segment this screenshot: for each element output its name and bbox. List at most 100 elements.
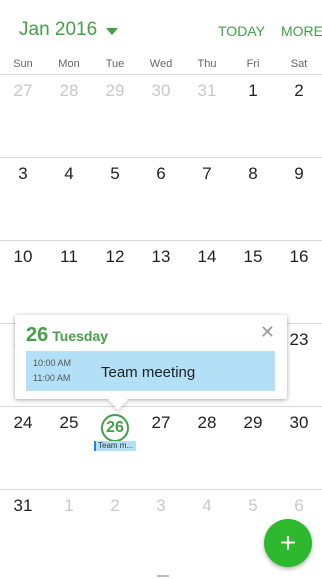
weekday-label: Wed: [149, 58, 173, 70]
popup-date: 26 Tuesday: [26, 324, 108, 347]
day-cell[interactable]: 24: [0, 407, 46, 489]
week-row: 10 11 12 13 14 15 16: [0, 241, 322, 324]
day-number: 6: [156, 164, 166, 183]
day-number: 31: [197, 81, 217, 100]
day-number: 11: [60, 247, 78, 266]
week-row: 27 28 29 30 31 1 2: [0, 75, 322, 158]
day-cell[interactable]: 25: [46, 407, 92, 489]
event-start-time: 10:00 AM: [33, 358, 72, 368]
weekday-label: Sat: [290, 58, 308, 70]
day-cell[interactable]: 29: [230, 407, 276, 489]
weekday-label: Mon: [58, 58, 80, 70]
day-cell[interactable]: 31: [0, 490, 46, 572]
selected-day-number: 26: [101, 414, 129, 442]
day-popup: 26 Tuesday ✕ 10:00 AM 11:00 AM Team meeti…: [15, 315, 287, 410]
day-cell[interactable]: 16: [276, 241, 322, 323]
day-number: 6: [294, 496, 304, 515]
day-number: 16: [289, 247, 309, 266]
month-label: Jan 2016: [19, 19, 98, 40]
day-cell[interactable]: 12: [92, 241, 138, 323]
day-number: 15: [243, 247, 263, 266]
day-cell[interactable]: 6: [138, 158, 184, 240]
selected-day-wrap: 26: [92, 412, 138, 442]
day-cell[interactable]: 27: [138, 407, 184, 489]
day-number: 12: [105, 247, 125, 266]
close-icon[interactable]: ✕: [260, 322, 275, 343]
day-cell[interactable]: 14: [184, 241, 230, 323]
weekday-header: Sun Mon Tue Wed Thu Fri Sat: [0, 58, 322, 75]
day-number: 1: [64, 496, 74, 515]
weekday-label: Sun: [13, 58, 33, 70]
day-number: 29: [105, 81, 125, 100]
day-number: 7: [202, 164, 212, 183]
event-title: Team meeting: [101, 364, 196, 381]
day-number: 30: [289, 413, 309, 432]
day-number: 31: [13, 496, 33, 515]
dropdown-arrow-icon: [106, 27, 119, 35]
day-cell[interactable]: 28: [46, 75, 92, 157]
day-cell[interactable]: 3: [0, 158, 46, 240]
day-number: 4: [64, 164, 74, 183]
day-cell[interactable]: 8: [230, 158, 276, 240]
day-number: 5: [110, 164, 120, 183]
popup-day-number: 26: [26, 324, 49, 346]
week-row: 3 4 5 6 7 8 9: [0, 158, 322, 241]
day-cell[interactable]: 3: [138, 490, 184, 572]
day-number: 28: [59, 81, 79, 100]
day-cell[interactable]: 4: [184, 490, 230, 572]
popup-weekday: Tuesday: [52, 328, 109, 344]
plus-icon: +: [279, 527, 297, 558]
day-cell[interactable]: 4: [46, 158, 92, 240]
weekday-label: Fri: [246, 58, 260, 70]
drag-handle[interactable]: [157, 575, 169, 577]
event-end-time: 11:00 AM: [33, 373, 71, 383]
day-cell[interactable]: 1: [230, 75, 276, 157]
day-number: 4: [202, 496, 212, 515]
day-cell[interactable]: 9: [276, 158, 322, 240]
today-button[interactable]: TODAY: [218, 23, 265, 39]
event-item[interactable]: 10:00 AM 11:00 AM Team meeting: [26, 351, 275, 391]
day-cell[interactable]: 31: [184, 75, 230, 157]
day-cell[interactable]: 27: [0, 75, 46, 157]
day-cell[interactable]: 29: [92, 75, 138, 157]
day-cell[interactable]: 5: [92, 158, 138, 240]
day-cell[interactable]: 11: [46, 241, 92, 323]
more-button[interactable]: MORE: [281, 23, 322, 39]
day-number: 24: [13, 413, 33, 432]
day-number: 9: [294, 164, 304, 183]
day-cell[interactable]: 2: [276, 75, 322, 157]
day-number: 5: [248, 496, 258, 515]
day-cell[interactable]: 2: [92, 490, 138, 572]
day-cell[interactable]: 28: [184, 407, 230, 489]
month-selector[interactable]: Jan 2016: [19, 19, 119, 41]
day-cell[interactable]: 30: [138, 75, 184, 157]
day-cell[interactable]: 13: [138, 241, 184, 323]
day-number: 30: [151, 81, 171, 100]
day-cell[interactable]: 10: [0, 241, 46, 323]
day-number: 2: [110, 496, 120, 515]
day-number: 10: [13, 247, 33, 266]
day-number: 2: [294, 81, 304, 100]
day-number: 8: [248, 164, 258, 183]
day-number: 29: [243, 413, 263, 432]
day-number: 1: [248, 81, 258, 100]
day-number: 14: [197, 247, 217, 266]
day-number: 3: [156, 496, 166, 515]
weekday-label: Thu: [197, 58, 217, 70]
day-number: 27: [13, 81, 33, 100]
week-row: 24 25 26 Team m... 27 28 29 30: [0, 407, 322, 490]
day-cell-selected[interactable]: 26 Team m...: [92, 407, 138, 489]
day-cell[interactable]: 1: [46, 490, 92, 572]
day-number: 28: [197, 413, 217, 432]
event-chip[interactable]: Team m...: [94, 441, 136, 451]
add-event-button[interactable]: +: [264, 519, 312, 567]
day-number: 3: [18, 164, 28, 183]
day-number: 27: [151, 413, 171, 432]
day-number: 13: [151, 247, 171, 266]
day-cell[interactable]: 7: [184, 158, 230, 240]
day-cell[interactable]: 30: [276, 407, 322, 489]
calendar-header: Jan 2016 TODAY MORE: [0, 0, 322, 58]
day-number: 25: [59, 413, 79, 432]
weekday-label: Tue: [105, 58, 125, 70]
day-cell[interactable]: 15: [230, 241, 276, 323]
